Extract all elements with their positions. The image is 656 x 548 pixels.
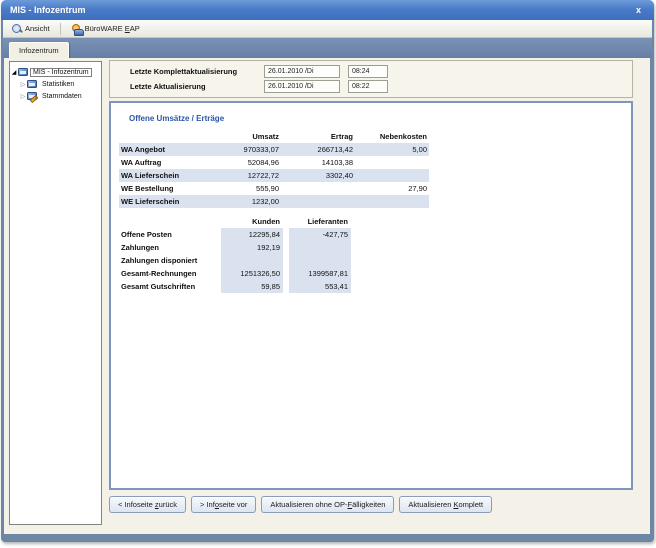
update-time-field[interactable]: 08:22 [348,80,388,93]
tree-item-mis-infozentrum[interactable]: ◢ MIS - Infozentrum [10,66,101,78]
cell-value: 27,90 [355,184,429,193]
tree-item-statistiken[interactable]: ▷ Statistiken [10,78,101,90]
navigation-tree[interactable]: ◢MIS - Infozentrum▷Statistiken▷Stammdate… [9,61,102,525]
cell-value [289,254,351,267]
row-label: Offene Posten [119,230,221,239]
row-label: Zahlungen [119,243,221,252]
toolbar: Ansicht BüroWARE EAP [3,20,652,38]
tree-item-label: MIS - Infozentrum [30,68,92,77]
aktualisieren-komplett-button[interactable]: Aktualisieren Komplett [399,496,492,513]
cell-value: -427,75 [289,228,351,241]
table-row: Zahlungen disponiert [119,254,359,267]
accounts-header-row: Kunden Lieferanten [119,215,359,228]
cell-value: 1399587,81 [289,267,351,280]
cell-value: 52084,96 [223,158,281,167]
table-row: Zahlungen192,19 [119,241,359,254]
accounts-table: Kunden Lieferanten Offene Posten12295,84 -4… [119,215,359,293]
tree-item-label: Stammdaten [39,92,85,101]
tab-infozentrum[interactable]: Infozentrum [9,42,69,58]
tree-item-stammdaten[interactable]: ▷ Stammdaten [10,90,101,102]
column-header: Umsatz [223,132,281,141]
table-row: WA Lieferschein12722,723302,40 [119,169,429,182]
ansicht-button[interactable]: Ansicht [7,23,55,35]
cell-value: 192,19 [221,241,283,254]
table-row: Gesamt-Rechnungen1251326,50 1399587,81 [119,267,359,280]
footer-button-bar: < Infoseite zurück > Infoseite vor Aktuali… [109,496,492,513]
statistiken-node-icon [27,80,37,88]
titlebar[interactable]: MIS - Infozentrum x [1,0,654,20]
stammdaten-node-icon [27,92,37,100]
cell-value: 3302,40 [281,171,355,180]
table-row: WE Lieferschein1232,00 [119,195,429,208]
row-label: WE Lieferschein [119,197,223,206]
open-sales-header-row: UmsatzErtragNebenkosten [119,130,429,143]
cell-value: 59,85 [221,280,283,293]
close-icon[interactable]: x [632,4,645,16]
update-date-field[interactable]: 26.01.2010 /Di [264,65,340,78]
cell-value: 266713,42 [281,145,355,154]
cell-value: 12295,84 [221,228,283,241]
row-label: WA Lieferschein [119,171,223,180]
tree-item-label: Statistiken [39,80,77,89]
update-info-row: Letzte Aktualisierung 26.01.2010 /Di 08:22 [110,80,632,93]
update-date-field[interactable]: 26.01.2010 /Di [264,80,340,93]
cell-value: 1251326,50 [221,267,283,280]
cell-value: 555,90 [223,184,281,193]
toolbar-separator [60,23,61,35]
ansicht-button-label: Ansicht [25,24,50,33]
table-row: Offene Posten12295,84 -427,75 [119,228,359,241]
update-info-label: Letzte Komplettaktualisierung [130,67,237,76]
cell-value: 553,41 [289,280,351,293]
infocenter-report-panel: Offene Umsätze / Erträge UmsatzErtragNeb… [109,101,633,490]
window-title: MIS - Infozentrum [10,5,86,15]
open-sales-table: UmsatzErtragNebenkostenWA Angebot970333,… [119,130,429,208]
cell-value [289,241,351,254]
update-time-field[interactable]: 08:24 [348,65,388,78]
infoseite-zurueck-button[interactable]: < Infoseite zurück [109,496,186,513]
update-info-label: Letzte Aktualisierung [130,82,206,91]
row-label: WA Auftrag [119,158,223,167]
mis-node-icon [18,68,28,76]
cell-value: 14103,38 [281,158,355,167]
column-header: Ertrag [281,132,355,141]
table-row: Gesamt Gutschriften59,85 553,41 [119,280,359,293]
ansicht-magnifier-icon [12,24,22,34]
content-area: ◢MIS - Infozentrum▷Statistiken▷Stammdate… [4,58,650,534]
euroware-eap-icon [71,24,82,34]
tree-collapsed-arrow-icon[interactable]: ▷ [19,93,27,100]
cell-value: 970333,07 [223,145,281,154]
cell-value: 1232,00 [223,197,281,206]
update-info-panel: Letzte Komplettaktualisierung 26.01.2010 … [109,60,633,98]
cell-value [221,254,283,267]
tree-collapsed-arrow-icon[interactable]: ▷ [19,81,27,88]
update-info-row: Letzte Komplettaktualisierung 26.01.2010 … [110,65,632,78]
row-label: Gesamt-Rechnungen [119,269,221,278]
aktualisieren-ohne-op-button[interactable]: Aktualisieren ohne OP-Fälligkeiten [261,496,394,513]
cell-value: 5,00 [355,145,429,154]
row-label: WE Bestellung [119,184,223,193]
infoseite-vor-button[interactable]: > Infoseite vor [191,496,256,513]
column-header: Nebenkosten [355,132,429,141]
euroware-eap-button[interactable]: BüroWARE EAP [66,23,145,35]
table-row: WA Angebot970333,07266713,425,00 [119,143,429,156]
tree-expanded-arrow-icon[interactable]: ◢ [10,69,18,76]
euroware-eap-button-label: BüroWARE EAP [85,24,140,33]
application-window: MIS - Infozentrum x Ansicht BüroWARE EAP… [1,0,654,542]
table-row: WA Auftrag52084,9614103,38 [119,156,429,169]
cell-value: 12722,72 [223,171,281,180]
table-row: WE Bestellung555,90 27,90 [119,182,429,195]
row-label: Zahlungen disponiert [119,256,221,265]
section-title: Offene Umsätze / Erträge [129,114,224,123]
tabstrip: Infozentrum [3,38,652,58]
column-header: Lieferanten [289,215,351,228]
row-label: Gesamt Gutschriften [119,282,221,291]
column-header: Kunden [221,215,283,228]
row-label: WA Angebot [119,145,223,154]
